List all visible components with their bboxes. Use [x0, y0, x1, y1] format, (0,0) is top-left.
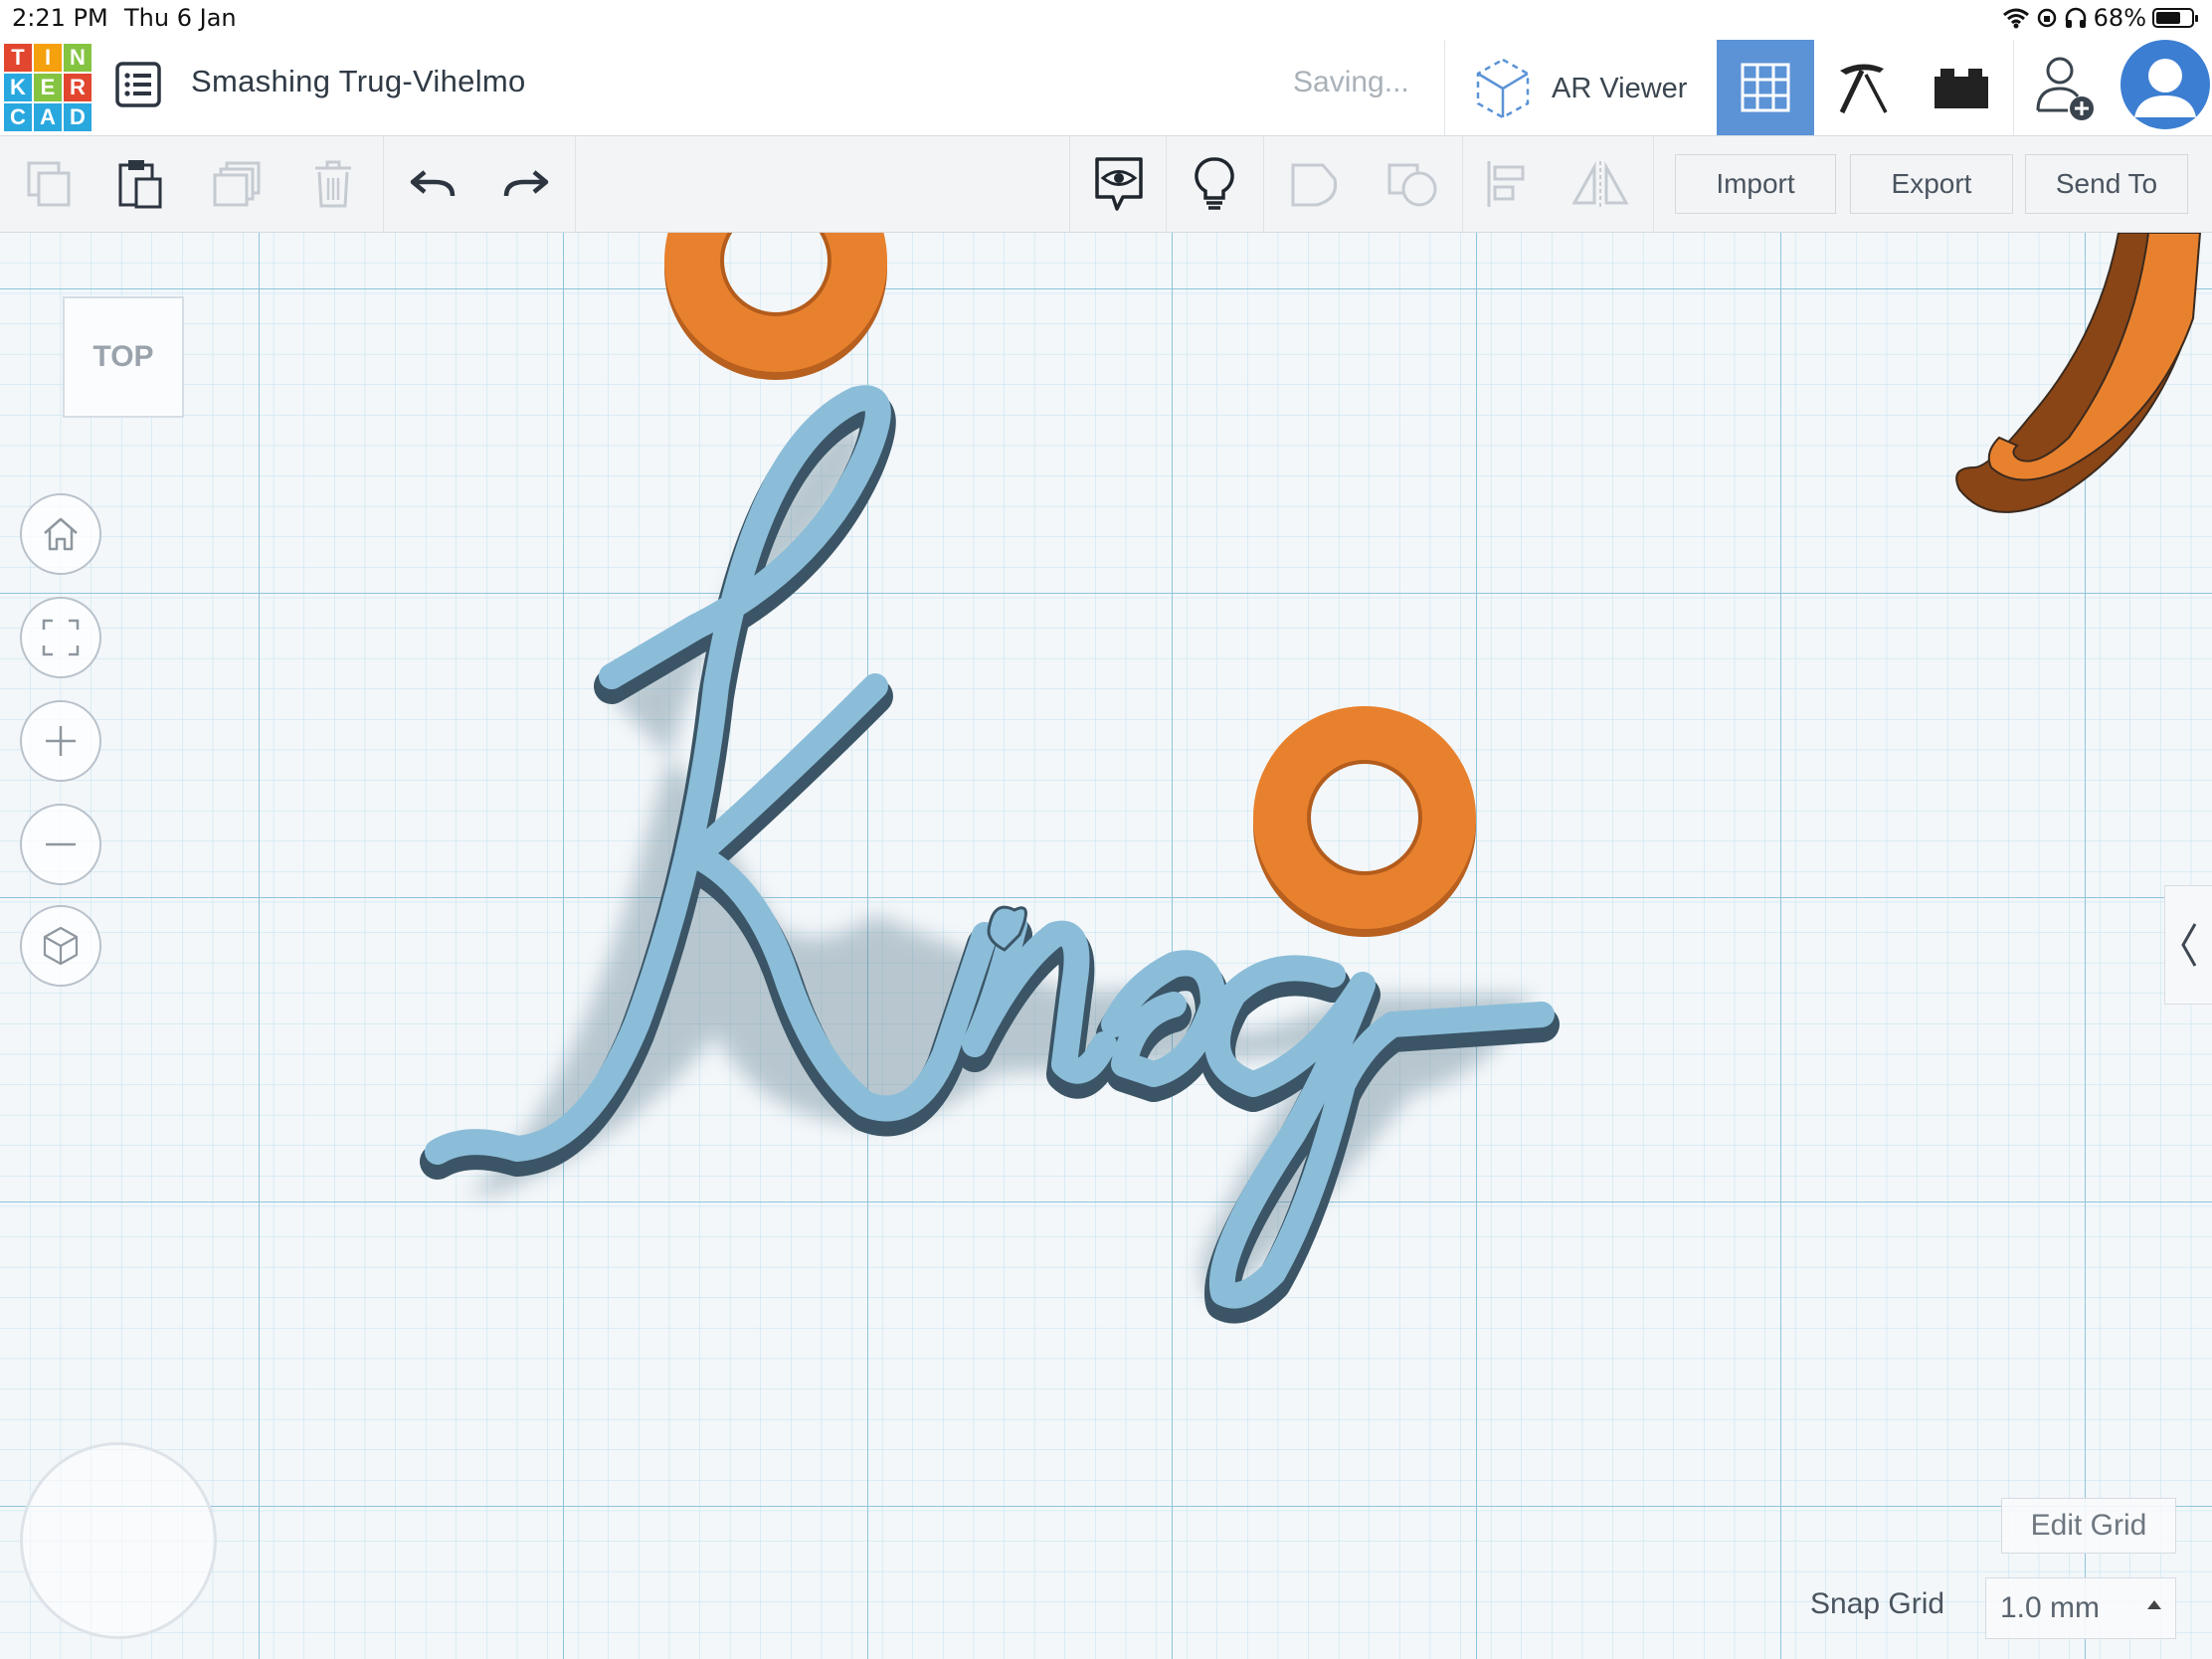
- toolbar-divider: [1069, 136, 1070, 232]
- logo-letter: N: [64, 44, 92, 72]
- design-title[interactable]: Smashing Trug-Vihelmo: [191, 64, 526, 99]
- grid-icon: [1741, 63, 1790, 112]
- minus-icon: [46, 842, 76, 846]
- 3d-design-view-button[interactable]: [1717, 40, 1814, 135]
- import-button[interactable]: Import: [1675, 154, 1836, 214]
- home-icon: [44, 517, 78, 551]
- toolbar-divider: [1166, 136, 1167, 232]
- group-button[interactable]: [1281, 136, 1349, 232]
- battery-percent: 68%: [2093, 4, 2146, 32]
- notes-button[interactable]: [1084, 136, 1154, 232]
- home-view-button[interactable]: [20, 493, 101, 575]
- shapes-panel-toggle[interactable]: [2164, 885, 2212, 1005]
- perspective-button[interactable]: [20, 905, 101, 987]
- cube-icon: [43, 926, 79, 966]
- invite-user-button[interactable]: [2017, 40, 2113, 135]
- logo-letter: A: [34, 103, 62, 131]
- zoom-out-button[interactable]: [20, 804, 101, 885]
- status-indicators: 68%: [2002, 4, 2198, 32]
- workplane-scene[interactable]: [0, 233, 2212, 1659]
- caret-up-icon: [2147, 1600, 2161, 1609]
- header-divider: [1444, 40, 1445, 135]
- edit-grid-button[interactable]: Edit Grid: [2001, 1498, 2176, 1554]
- trash-icon: [315, 160, 351, 208]
- ar-viewer-label: AR Viewer: [1552, 72, 1688, 104]
- logo-letter: R: [64, 74, 92, 101]
- toolbar-divider: [1462, 136, 1463, 232]
- align-icon: [1487, 161, 1525, 207]
- logo-letter: I: [34, 44, 62, 72]
- wifi-icon: [2002, 8, 2029, 29]
- paste-button[interactable]: [105, 136, 175, 232]
- chevron-left-icon: [2180, 923, 2196, 967]
- eye-bubble-icon: [1095, 157, 1143, 211]
- copy-button[interactable]: [14, 136, 84, 232]
- toolbar-divider: [1263, 136, 1264, 232]
- ar-viewer-button[interactable]: AR Viewer: [1472, 52, 1687, 125]
- add-user-icon: [2036, 57, 2094, 120]
- mirror-button[interactable]: [1567, 136, 1633, 232]
- bricks-view-button[interactable]: [1912, 40, 2011, 135]
- snap-grid-select[interactable]: 1.0 mm: [1985, 1577, 2176, 1639]
- logo-letter: T: [4, 44, 32, 72]
- design-menu-button[interactable]: [115, 62, 161, 107]
- pickaxe-icon: [1839, 64, 1888, 114]
- toolbar-divider: [575, 136, 576, 232]
- headphones-icon: [2065, 7, 2086, 28]
- undo-button[interactable]: [398, 136, 467, 232]
- grid-major-lines: [0, 233, 2212, 1659]
- group-icon: [1291, 163, 1338, 207]
- send-to-button[interactable]: Send To: [2025, 154, 2188, 214]
- plus-icon: [46, 726, 76, 756]
- hint-button[interactable]: [1180, 136, 1249, 232]
- fit-view-button[interactable]: [20, 597, 101, 678]
- avatar-icon: [2134, 59, 2196, 117]
- export-button[interactable]: Export: [1850, 154, 2013, 214]
- snap-grid-value: 1.0 mm: [2000, 1591, 2101, 1624]
- list-menu-icon: [115, 62, 161, 107]
- clipboard-icon: [118, 160, 162, 209]
- lightbulb-icon: [1195, 157, 1234, 210]
- toolbar-divider: [383, 136, 384, 232]
- undo-icon: [410, 170, 456, 197]
- workplane[interactable]: [0, 233, 2212, 1659]
- orbit-joystick[interactable]: [20, 1442, 217, 1639]
- ungroup-icon: [1387, 163, 1437, 207]
- duplicate-icon: [213, 161, 261, 207]
- ungroup-button[interactable]: [1379, 136, 1446, 232]
- view-cube[interactable]: TOP: [63, 296, 184, 418]
- logo-letter: K: [4, 74, 32, 101]
- battery-icon: [2152, 8, 2198, 28]
- save-status: Saving...: [1293, 66, 1409, 98]
- user-avatar[interactable]: [2120, 40, 2210, 129]
- duplicate-button[interactable]: [203, 136, 273, 232]
- copy-icon: [27, 161, 71, 207]
- logo-letter: D: [64, 103, 92, 131]
- status-date: Thu 6 Jan: [124, 4, 237, 32]
- mirror-icon: [1571, 161, 1629, 207]
- rotation-lock-icon: [2037, 8, 2056, 28]
- header-divider: [2013, 40, 2014, 135]
- logo-letter: C: [4, 103, 32, 131]
- torus-shape-middle[interactable]: [1253, 706, 1476, 937]
- ar-cube-icon: [1476, 58, 1530, 119]
- toolbar-divider: [1653, 136, 1654, 232]
- minecraft-view-button[interactable]: [1814, 40, 1912, 135]
- fit-view-icon: [42, 619, 80, 656]
- tinkercad-logo[interactable]: T I N K E R C A D: [4, 44, 92, 131]
- redo-icon: [503, 170, 549, 197]
- brick-icon: [1935, 69, 1988, 108]
- align-button[interactable]: [1476, 136, 1538, 232]
- redo-button[interactable]: [491, 136, 561, 232]
- logo-letter: E: [34, 74, 62, 101]
- snap-grid-label: Snap Grid: [1810, 1587, 1945, 1620]
- zoom-in-button[interactable]: [20, 700, 101, 782]
- status-time: 2:21 PM: [12, 4, 108, 32]
- delete-button[interactable]: [298, 136, 368, 232]
- status-bar: 2:21 PM Thu 6 Jan 68%: [0, 0, 2212, 40]
